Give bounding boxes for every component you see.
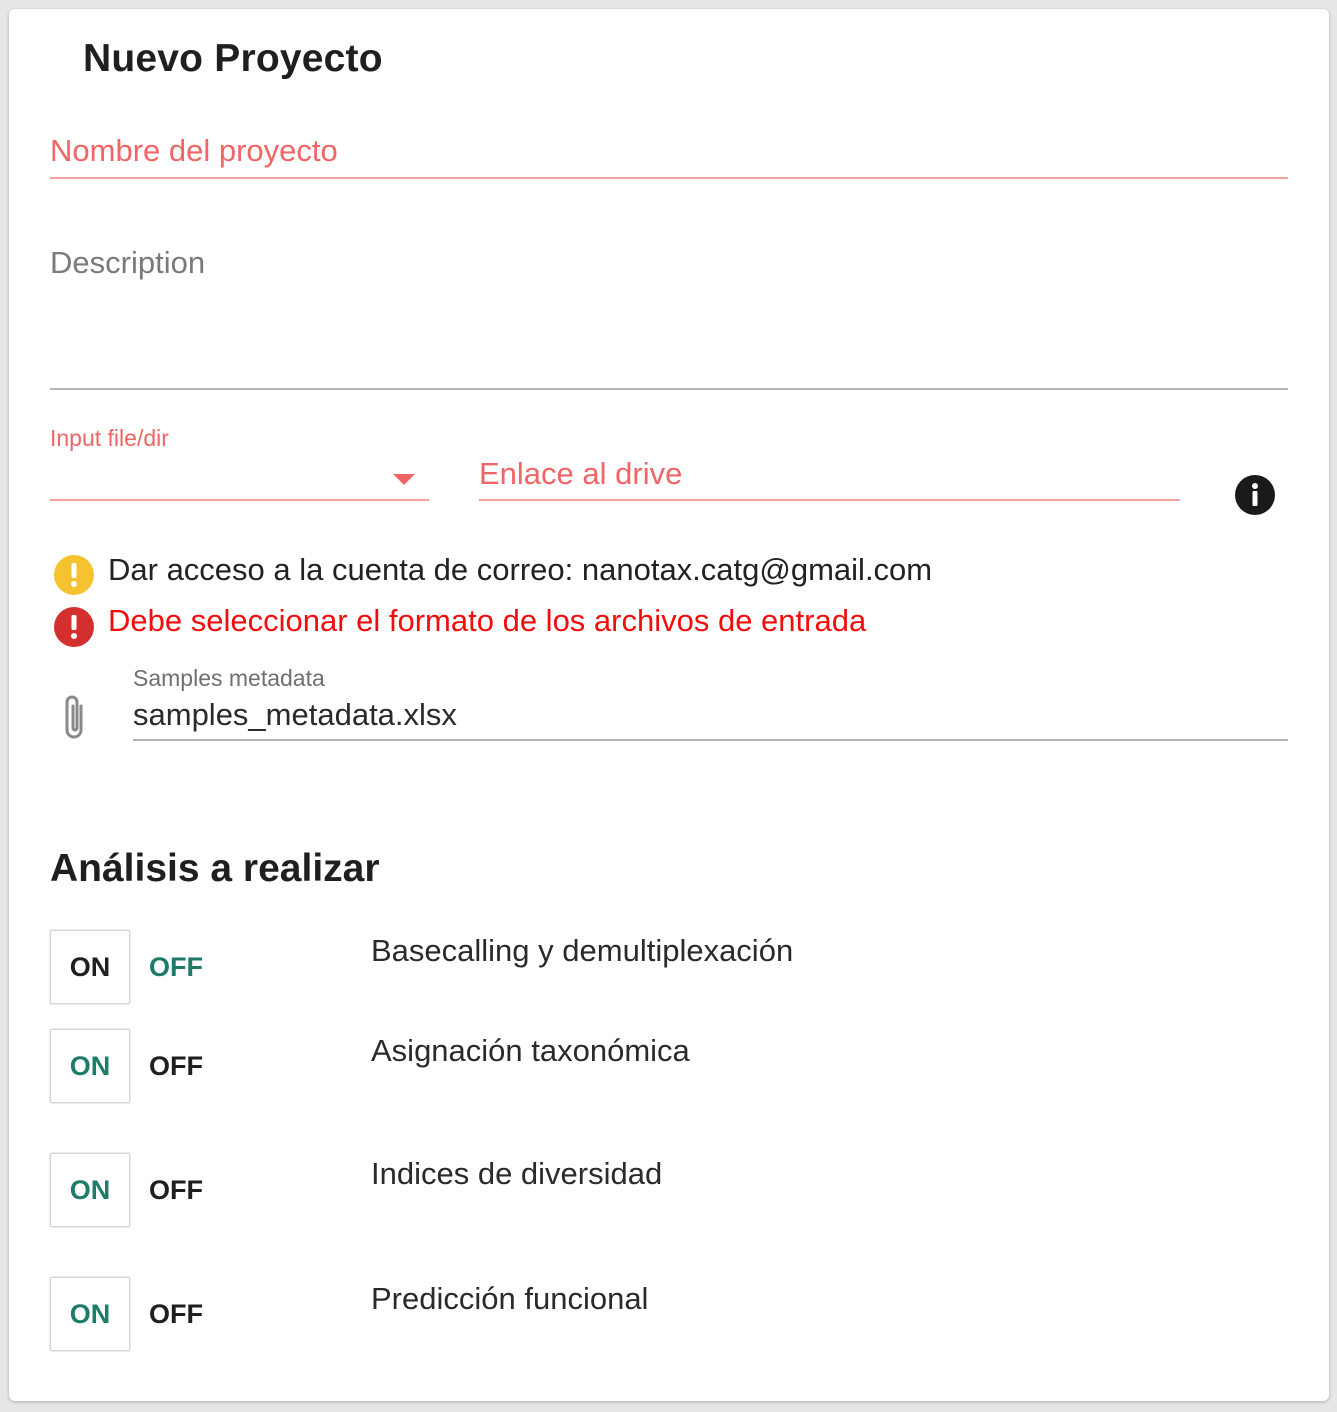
input-type-label: Input file/dir xyxy=(50,425,169,451)
toggle-on-button[interactable]: ON xyxy=(50,1153,130,1227)
toggle-taxonomic: ON OFF xyxy=(50,1029,210,1103)
toggle-off-button[interactable]: OFF xyxy=(134,1153,220,1227)
analysis-label-diversity: Indices de diversidad xyxy=(371,1156,663,1191)
paperclip-icon[interactable] xyxy=(57,692,93,744)
error-message: Debe seleccionar el formato de los archi… xyxy=(108,603,867,638)
analysis-label-functional: Predicción funcional xyxy=(371,1281,649,1316)
project-name-field[interactable]: Nombre del proyecto xyxy=(50,133,338,169)
toggle-diversity: ON OFF xyxy=(50,1153,210,1227)
toggle-functional: ON OFF xyxy=(50,1277,210,1351)
input-type-select-area[interactable] xyxy=(50,459,429,501)
toggle-off-button[interactable]: OFF xyxy=(134,1277,220,1351)
description-underline xyxy=(50,388,1288,390)
toggle-on-button[interactable]: ON xyxy=(50,1029,130,1103)
drive-link-underline xyxy=(479,499,1180,501)
project-name-underline xyxy=(50,177,1288,179)
metadata-label: Samples metadata xyxy=(133,665,325,691)
analysis-label-taxonomic: Asignación taxonómica xyxy=(371,1033,690,1068)
warning-icon xyxy=(53,554,95,596)
toggle-on-button[interactable]: ON xyxy=(50,930,130,1004)
analysis-label-basecalling: Basecalling y demultiplexación xyxy=(371,933,794,968)
info-icon[interactable] xyxy=(1234,474,1276,516)
description-field[interactable]: Description xyxy=(50,245,205,281)
toggle-off-button[interactable]: OFF xyxy=(134,1029,220,1103)
toggle-on-button[interactable]: ON xyxy=(50,1277,130,1351)
warning-message: Dar acceso a la cuenta de correo: nanota… xyxy=(108,552,933,587)
chevron-down-icon[interactable] xyxy=(393,474,415,485)
metadata-underline xyxy=(133,739,1288,741)
page-title: Nuevo Proyecto xyxy=(83,37,383,80)
new-project-card: Nuevo Proyecto Nombre del proyecto Descr… xyxy=(9,9,1329,1401)
toggle-basecalling: ON OFF xyxy=(50,930,210,1004)
metadata-file-input[interactable]: samples_metadata.xlsx xyxy=(133,697,457,733)
error-icon xyxy=(53,606,95,648)
drive-link-field[interactable]: Enlace al drive xyxy=(479,456,682,492)
analysis-section-title: Análisis a realizar xyxy=(50,847,380,890)
toggle-off-button[interactable]: OFF xyxy=(134,930,220,1004)
